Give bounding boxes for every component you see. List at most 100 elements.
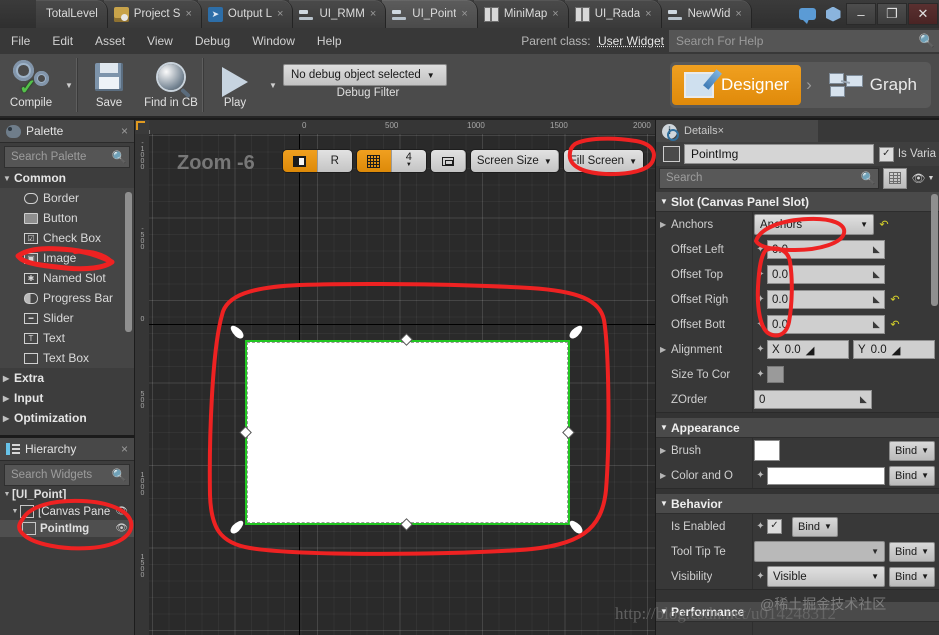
palette-search-input[interactable]: Search Palette 🔍 <box>4 146 130 168</box>
palette-scrollbar[interactable] <box>125 192 132 332</box>
find-in-content-browser-button[interactable]: Find in CB <box>140 54 202 121</box>
menu-file[interactable]: File <box>0 28 41 54</box>
save-button[interactable]: Save <box>78 54 140 121</box>
palette-category-optimization[interactable]: ▶ Optimization <box>0 408 134 428</box>
close-button[interactable]: ✕ <box>908 3 938 25</box>
anchor-handle-bottom-right[interactable] <box>569 519 584 536</box>
menu-debug[interactable]: Debug <box>184 28 241 54</box>
brush-color-swatch[interactable] <box>754 440 780 461</box>
bind-pin-icon[interactable]: ✦ <box>754 319 767 330</box>
color-bind-button[interactable]: Bind ▼ <box>889 466 935 486</box>
close-icon[interactable]: × <box>121 442 128 456</box>
anchor-handle-top-right[interactable] <box>569 324 584 341</box>
debug-object-dropdown[interactable]: No debug object selected ▼ <box>283 64 447 86</box>
palette-item-text[interactable]: T Text <box>0 328 134 348</box>
spinner-icon[interactable]: ◢ <box>806 343 815 357</box>
tab-ui-rmm[interactable]: UI_RMM × <box>289 0 386 28</box>
bind-pin-icon[interactable]: ✦ <box>754 369 767 380</box>
anchors-dropdown[interactable]: Anchors ▼ <box>754 214 874 235</box>
tab-minimap[interactable]: MiniMap × <box>474 0 569 28</box>
alignment-x-input[interactable]: X 0.0 ◢ <box>767 340 849 359</box>
play-dropdown-arrow[interactable]: ▼ <box>266 54 280 116</box>
menu-view[interactable]: View <box>136 28 184 54</box>
bind-pin-icon[interactable]: ✦ <box>754 269 767 280</box>
chevron-right-icon[interactable]: ▶ <box>660 446 671 455</box>
marketplace-icon[interactable] <box>820 0 846 28</box>
offset-right-input[interactable]: 0.0 ◢ <box>767 290 885 309</box>
spinner-icon[interactable]: ◢ <box>873 319 880 330</box>
chevron-right-icon[interactable]: ▶ <box>660 220 671 229</box>
bind-pin-icon[interactable]: ✦ <box>754 294 767 305</box>
details-grid-view-button[interactable] <box>883 168 907 189</box>
reset-icon[interactable]: ↶ <box>878 218 890 231</box>
close-icon[interactable]: × <box>121 124 128 138</box>
details-search-input[interactable]: Search 🔍 <box>659 168 879 189</box>
spinner-icon[interactable]: ◢ <box>892 343 901 357</box>
anchor-handle-top-left[interactable] <box>230 324 245 341</box>
close-icon[interactable]: × <box>461 9 467 20</box>
visibility-bind-button[interactable]: Bind ▼ <box>889 567 935 587</box>
spinner-icon[interactable]: ◢ <box>873 294 880 305</box>
bind-pin-icon[interactable]: ✦ <box>754 571 767 582</box>
widget-name-input[interactable]: PointImg <box>684 144 874 164</box>
offset-top-input[interactable]: 0.0 ◢ <box>767 265 885 284</box>
details-scrollbar[interactable] <box>931 194 938 306</box>
tab-ui-radar[interactable]: UI_Rada × <box>565 0 662 28</box>
palette-item-progress-bar[interactable]: Progress Bar <box>0 288 134 308</box>
bind-pin-icon[interactable]: ✦ <box>754 470 767 481</box>
grid-snap-toggle[interactable] <box>357 150 392 172</box>
eye-icon[interactable]: 👁 <box>115 506 128 517</box>
is-enabled-checkbox[interactable]: ✓ <box>767 519 782 534</box>
color-and-opacity-swatch[interactable] <box>767 467 885 485</box>
brush-bind-button[interactable]: Bind ▼ <box>889 441 935 461</box>
tab-output-log[interactable]: ➤ Output L × <box>198 0 294 28</box>
reset-icon[interactable]: ↶ <box>889 293 901 306</box>
mode-designer[interactable]: Designer <box>672 65 801 105</box>
palette-item-slider[interactable]: ━ Slider <box>0 308 134 328</box>
tooltip-text-input[interactable]: ▼ <box>754 541 885 562</box>
is-variable-toggle[interactable]: ✓ Is Varia <box>879 147 936 162</box>
close-icon[interactable]: × <box>277 9 283 20</box>
menu-help[interactable]: Help <box>306 28 353 54</box>
menu-window[interactable]: Window <box>241 28 306 54</box>
palette-category-input[interactable]: ▶ Input <box>0 388 134 408</box>
section-behavior[interactable]: ▼ Behavior <box>656 494 939 514</box>
offset-bottom-input[interactable]: 0.0 ◢ <box>767 315 885 334</box>
spinner-icon[interactable]: ◢ <box>873 269 880 280</box>
hierarchy-search-input[interactable]: Search Widgets 🔍 <box>4 464 130 486</box>
minimize-button[interactable]: – <box>846 3 876 25</box>
menu-edit[interactable]: Edit <box>41 28 84 54</box>
palette-category-common[interactable]: ▼ Common <box>0 168 134 188</box>
canvas-area[interactable]: Zoom -6 R 4 ▼ Screen Size ▼ Fill Screen … <box>149 134 655 635</box>
tooltip-bind-button[interactable]: Bind ▼ <box>889 542 935 562</box>
parent-class-value[interactable]: User Widget <box>598 34 664 48</box>
resolution-button[interactable]: R <box>318 150 352 172</box>
tab-project-settings[interactable]: Project S × <box>104 0 202 28</box>
alignment-y-input[interactable]: Y 0.0 ◢ <box>853 340 935 359</box>
palette-item-check-box[interactable]: ☑ Check Box <box>0 228 134 248</box>
dock-toggle-button[interactable] <box>283 150 318 172</box>
hierarchy-node-canvas-panel[interactable]: ▼ [Canvas Pane 👁 <box>0 503 134 520</box>
section-slot[interactable]: ▼ Slot (Canvas Panel Slot) <box>656 192 939 212</box>
checkbox-icon[interactable]: ✓ <box>879 147 894 162</box>
play-button[interactable]: Play <box>204 54 266 121</box>
palette-category-extra[interactable]: ▶ Extra <box>0 368 134 388</box>
section-performance[interactable]: ▼ Performance <box>656 602 939 622</box>
bind-pin-icon[interactable]: ✦ <box>754 244 767 255</box>
section-appearance[interactable]: ▼ Appearance <box>656 418 939 438</box>
close-icon[interactable]: × <box>552 9 558 20</box>
selected-widget-pointimg[interactable] <box>245 340 570 525</box>
tab-newwidget[interactable]: NewWid × <box>658 0 752 28</box>
screen-size-dropdown[interactable]: Screen Size ▼ <box>471 150 559 172</box>
hierarchy-node-ui-point[interactable]: ▼ [UI_Point] <box>0 486 134 503</box>
hierarchy-node-pointimg[interactable]: PointImg 👁 <box>0 520 134 537</box>
chevron-right-icon[interactable]: ▶ <box>660 345 671 354</box>
maximize-button[interactable]: ❐ <box>877 3 907 25</box>
reset-icon[interactable]: ↶ <box>889 318 901 331</box>
help-search-box[interactable]: Search For Help 🔍 <box>669 30 939 52</box>
grid-step-stepper[interactable]: 4 ▼ <box>392 150 426 172</box>
bind-pin-icon[interactable]: ✦ <box>754 521 767 532</box>
palette-item-named-slot[interactable]: ✱ Named Slot <box>0 268 134 288</box>
compile-dropdown-arrow[interactable]: ▼ <box>62 54 76 116</box>
palette-item-text-box[interactable]: Text Box <box>0 348 134 368</box>
